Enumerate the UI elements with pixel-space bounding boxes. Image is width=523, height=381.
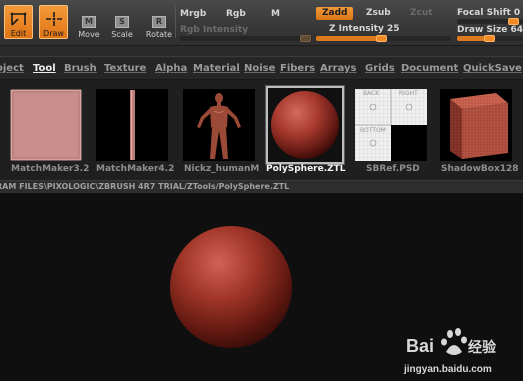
tool-thumb-matchmaker32[interactable] bbox=[10, 89, 82, 161]
tool-thumb-nickz-human[interactable] bbox=[183, 89, 255, 161]
menu-bar: oject Tool Brush Texture Alpha Material … bbox=[0, 56, 523, 80]
watermark-site: jingyan.baidu.com bbox=[404, 364, 492, 375]
move-button[interactable]: M Move bbox=[76, 5, 102, 39]
menu-texture[interactable]: Texture bbox=[104, 63, 146, 74]
move-label: Move bbox=[78, 30, 100, 39]
m-button[interactable]: M bbox=[271, 9, 280, 19]
menu-quicksave[interactable]: QuickSave bbox=[463, 63, 522, 74]
z-intensity-knob[interactable] bbox=[376, 35, 387, 42]
mrgb-button[interactable]: Mrgb bbox=[180, 9, 206, 19]
scale-button[interactable]: S Scale bbox=[109, 5, 135, 39]
tool-label-shadowbox: ShadowBox128 bbox=[441, 164, 519, 174]
draw-icon bbox=[45, 12, 62, 26]
rotate-label: Rotate bbox=[145, 30, 173, 39]
svg-text:经验: 经验 bbox=[468, 339, 497, 356]
draw-label: Draw bbox=[43, 29, 64, 38]
edit-icon bbox=[10, 12, 26, 26]
scale-icon: S bbox=[115, 16, 129, 28]
file-path-bar: RAM FILES\PIXOLOGIC\ZBRUSH 4R7 TRIAL/ZTo… bbox=[0, 180, 523, 194]
top-toolbar: Edit Draw M Move S Scale R Rotate Mrgb R… bbox=[0, 0, 523, 46]
rgb-intensity-slider[interactable] bbox=[180, 36, 312, 41]
menu-material[interactable]: Material bbox=[193, 63, 240, 74]
svg-text:Bai: Bai bbox=[406, 336, 434, 356]
tool-thumb-shadowbox[interactable] bbox=[440, 89, 512, 161]
human-figure-icon bbox=[183, 89, 255, 161]
edit-button[interactable]: Edit bbox=[4, 5, 33, 39]
rotate-icon: R bbox=[152, 16, 166, 28]
sbref-bottom-text: BOTTOM bbox=[360, 127, 386, 134]
draw-size-fill bbox=[457, 36, 487, 41]
focal-shift-knob[interactable] bbox=[508, 18, 519, 25]
sbref-back-text: BACK bbox=[363, 90, 380, 97]
menu-arrays[interactable]: Arrays bbox=[320, 63, 357, 74]
toolbar-divider bbox=[175, 6, 176, 38]
tool-label-matchmaker42: MatchMaker4.2 bbox=[96, 164, 175, 174]
matchmaker-bar-icon bbox=[96, 89, 168, 161]
menu-alpha[interactable]: Alpha bbox=[155, 63, 187, 74]
edit-label: Edit bbox=[10, 29, 27, 38]
menu-grids[interactable]: Grids bbox=[365, 63, 395, 74]
tool-label-matchmaker32: MatchMaker3.2 bbox=[11, 164, 90, 174]
z-intensity-label: Z Intensity 25 bbox=[329, 24, 400, 34]
tool-thumb-matchmaker42[interactable] bbox=[96, 89, 168, 161]
zadd-button[interactable]: Zadd bbox=[316, 7, 354, 20]
zcut-button[interactable]: Zcut bbox=[404, 7, 439, 20]
scale-label: Scale bbox=[111, 30, 133, 39]
menu-document[interactable]: Document bbox=[401, 63, 458, 74]
menu-fibers[interactable]: Fibers bbox=[280, 63, 315, 74]
tool-label-sbref: SBRef.PSD bbox=[366, 164, 420, 174]
menu-noise[interactable]: Noise bbox=[244, 63, 275, 74]
draw-button[interactable]: Draw bbox=[39, 5, 68, 39]
tool-thumb-sbref[interactable]: BACK RIGHT BOTTOM bbox=[355, 89, 427, 161]
z-intensity-fill bbox=[316, 36, 378, 41]
sbref-grid-icon bbox=[355, 89, 427, 161]
zsub-button[interactable]: Zsub bbox=[360, 7, 397, 20]
rgb-intensity-label: Rgb Intensity bbox=[180, 25, 249, 35]
tool-palette: MatchMaker3.2 MatchMaker4.2 Nickz_humanM bbox=[0, 80, 523, 180]
draw-size-label: Draw Size 64 bbox=[457, 25, 523, 35]
draw-size-knob[interactable] bbox=[484, 35, 495, 42]
focal-shift-label: Focal Shift 0 bbox=[457, 8, 521, 18]
rotate-button[interactable]: R Rotate bbox=[143, 5, 175, 39]
tool-label-polysphere: PolySphere.ZTL bbox=[266, 164, 346, 174]
menu-tool[interactable]: Tool bbox=[33, 63, 56, 74]
rgb-button[interactable]: Rgb bbox=[226, 9, 246, 19]
toolbar-shelf-gap bbox=[0, 46, 523, 56]
polysphere-icon bbox=[268, 88, 342, 162]
move-icon: M bbox=[82, 16, 96, 28]
baidu-paw-logo: Bai 经验 bbox=[406, 328, 497, 356]
sbref-right-text: RIGHT bbox=[399, 90, 418, 97]
file-path-text: RAM FILES\PIXOLOGIC\ZBRUSH 4R7 TRIAL/ZTo… bbox=[0, 182, 290, 191]
baidu-watermark: Bai 经验 jingyan.baidu.com bbox=[404, 326, 520, 378]
menu-project[interactable]: oject bbox=[0, 63, 24, 74]
tool-thumb-polysphere[interactable] bbox=[266, 86, 344, 164]
rgb-intensity-knob[interactable] bbox=[300, 35, 311, 42]
shadowbox-cube-icon bbox=[440, 89, 512, 161]
tool-label-nickz-human: Nickz_humanM bbox=[184, 164, 260, 174]
matchmaker-square-icon bbox=[10, 89, 82, 161]
menu-brush[interactable]: Brush bbox=[64, 63, 97, 74]
